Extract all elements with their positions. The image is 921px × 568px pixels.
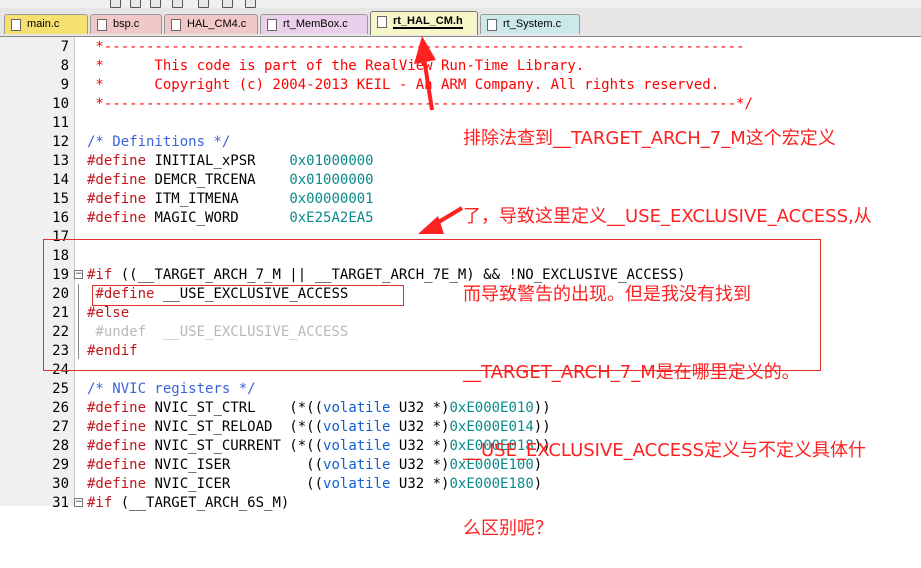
annotation-arrows <box>414 36 464 234</box>
arrow-to-code-head <box>418 216 444 234</box>
arrow-to-tab <box>422 57 434 111</box>
annotation-line: 么区别呢？ <box>463 518 553 539</box>
arrow-to-tab-head <box>414 36 436 64</box>
